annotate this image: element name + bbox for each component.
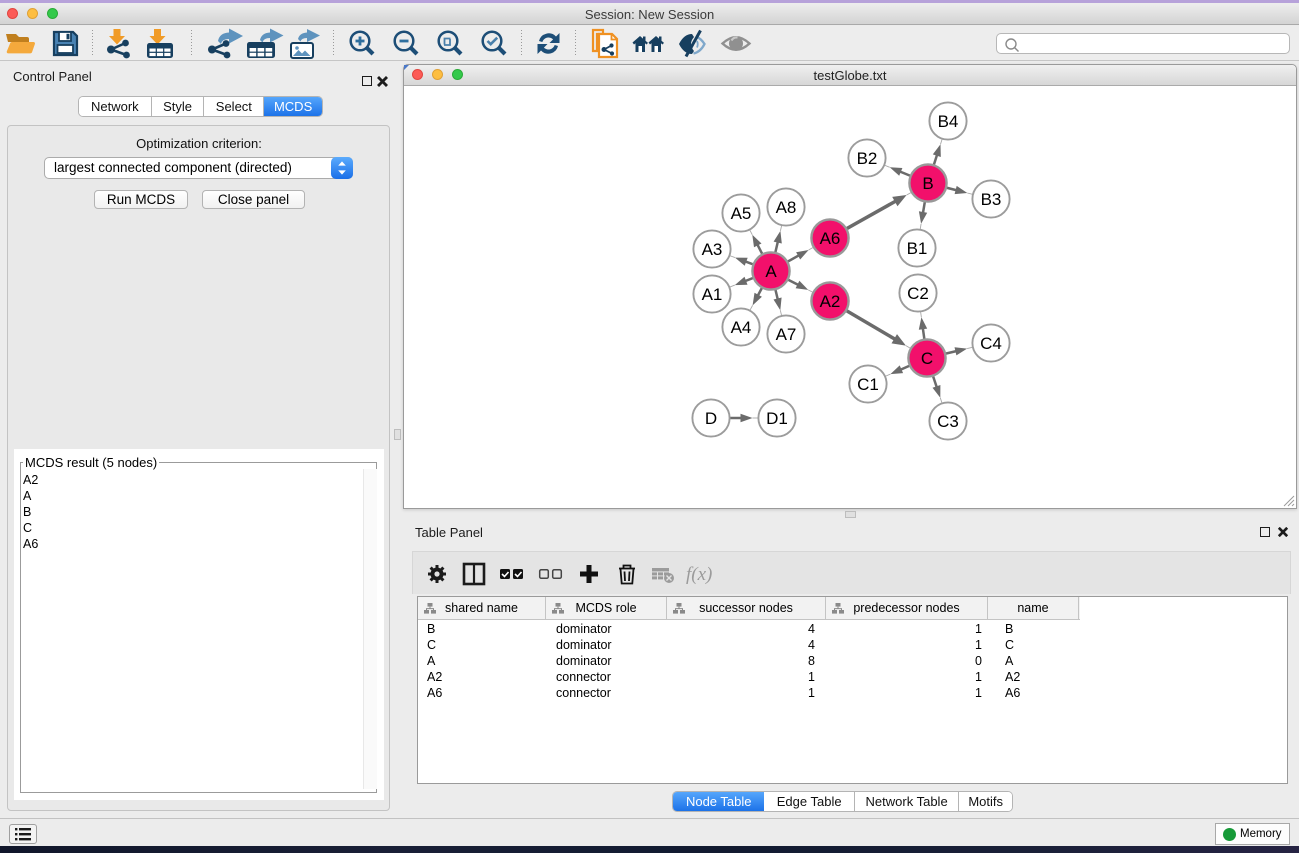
svg-text:C2: C2: [907, 284, 929, 303]
svg-text:B2: B2: [857, 149, 878, 168]
svg-text:C: C: [921, 349, 933, 368]
svg-text:A5: A5: [731, 204, 752, 223]
svg-text:D: D: [705, 409, 717, 428]
svg-text:A: A: [765, 262, 777, 281]
svg-text:B: B: [922, 174, 933, 193]
svg-text:A8: A8: [776, 198, 797, 217]
svg-text:A1: A1: [702, 285, 723, 304]
svg-text:f(x): f(x): [686, 564, 712, 585]
svg-text:C1: C1: [857, 375, 879, 394]
svg-text:B1: B1: [907, 239, 928, 258]
svg-text:D1: D1: [766, 409, 788, 428]
svg-text:A2: A2: [820, 292, 841, 311]
svg-text:A6: A6: [820, 229, 841, 248]
svg-text:B3: B3: [981, 190, 1002, 209]
svg-text:C3: C3: [937, 412, 959, 431]
svg-text:A3: A3: [702, 240, 723, 259]
svg-text:B4: B4: [938, 112, 959, 131]
svg-text:A7: A7: [776, 325, 797, 344]
svg-text:C4: C4: [980, 334, 1002, 353]
svg-text:A4: A4: [731, 318, 752, 337]
